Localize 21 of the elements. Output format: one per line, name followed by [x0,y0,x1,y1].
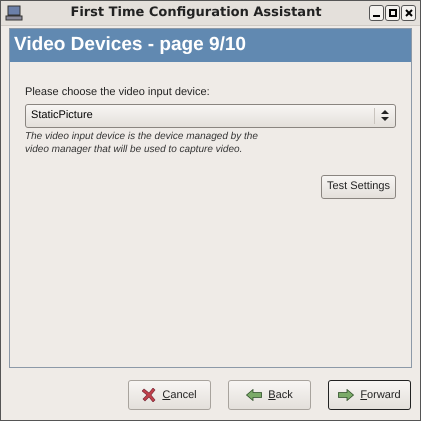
device-dropdown[interactable]: StaticPicture [25,104,396,128]
cross-icon [142,388,156,402]
dropdown-value: StaticPicture [31,108,94,124]
page-title: Video Devices - page 9/10 [14,33,246,58]
device-help-text: The video input device is the device managed by the video manager that will be used to capture video. [25,130,259,156]
cancel-button[interactable]: Cancel [128,380,211,410]
left-arrow-icon [246,389,262,401]
maximize-icon [388,9,396,17]
maximize-button[interactable] [385,5,400,21]
test-settings-button[interactable]: Test Settings [321,174,396,198]
up-down-arrows-icon [381,110,389,121]
minimize-button[interactable] [369,5,384,21]
forward-button[interactable]: Forward [328,380,411,410]
window-title: First Time Configuration Assistant [69,4,323,22]
close-button[interactable] [401,5,416,21]
computer-icon [5,5,23,21]
minimize-icon [373,15,380,17]
close-icon [404,9,412,17]
back-button[interactable]: Back [228,380,311,410]
device-label: Please choose the video input device: [25,85,211,100]
right-arrow-icon [338,389,354,401]
